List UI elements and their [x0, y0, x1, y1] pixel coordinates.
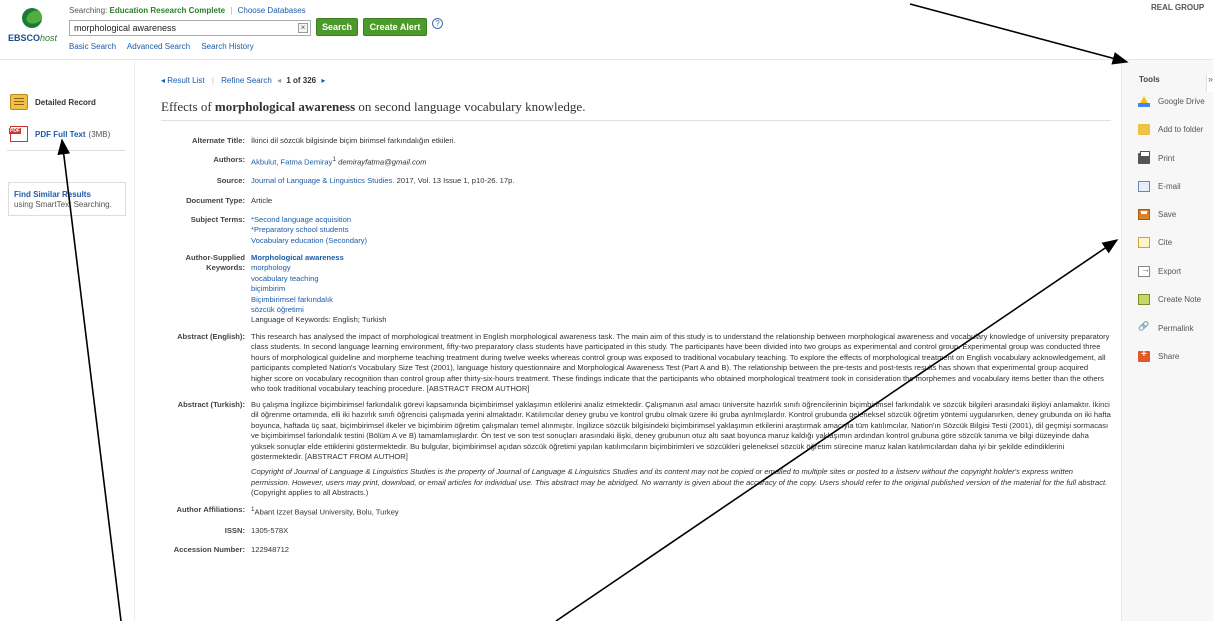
abstract-english-field: Abstract (English): This research has an…: [177, 332, 1110, 394]
document-type-field: Document Type: Article: [186, 196, 273, 205]
folder-icon: [1138, 123, 1150, 135]
choose-databases-link[interactable]: Choose Databases: [238, 6, 306, 15]
next-result-arrow[interactable]: ▸: [321, 76, 325, 85]
affiliations-field: Author Affiliations: 1Abant Izzet Baysal…: [176, 505, 399, 517]
subject-term-link[interactable]: *Second language acquisition: [251, 215, 1111, 225]
author-link[interactable]: Akbulut, Fatma Demiray: [251, 158, 332, 167]
email-tool[interactable]: E-mail: [1138, 179, 1181, 193]
abstract-turkish-field: Abstract (Turkish): Bu çalışma İngilizce…: [177, 400, 1111, 498]
google-drive-icon: [1138, 95, 1150, 107]
find-similar-subtext: using SmartText Searching.: [14, 200, 112, 209]
author-email: demirayfatma@gmail.com: [335, 157, 427, 167]
basic-search-link[interactable]: Basic Search: [69, 42, 116, 51]
printer-icon: [1138, 150, 1150, 164]
result-list-link[interactable]: ◂ Result List: [161, 76, 205, 85]
accession-number-field: Accession Number: 122948712: [173, 545, 290, 554]
keyword-link[interactable]: Biçimbirimsel farkındalık: [251, 295, 1111, 305]
left-sidebar: Detailed Record PDF Full Text (3MB) Find…: [0, 60, 134, 621]
note-icon: [1138, 293, 1150, 305]
article-title: Effects of morphological awareness on se…: [161, 99, 586, 114]
print-tool[interactable]: Print: [1138, 150, 1174, 165]
current-database: Education Research Complete: [109, 6, 226, 15]
logo-wordmark: EBSCOhost: [8, 33, 58, 43]
pdf-full-text-label: PDF Full Text: [35, 129, 86, 139]
copyright-notice: Copyright of Journal of Language & Lingu…: [251, 467, 1108, 498]
google-drive-tool[interactable]: Google Drive: [1138, 94, 1205, 108]
share-icon: [1138, 349, 1150, 362]
searching-label: Searching:: [69, 6, 108, 15]
authors-field: Authors: Akbulut, Fatma Demiray1 demiray…: [213, 155, 427, 167]
search-input[interactable]: [69, 20, 311, 36]
source-field: Source: Journal of Language & Linguistic…: [216, 176, 515, 185]
ebscohost-logo[interactable]: EBSCOhost: [8, 6, 60, 46]
detailed-record-label: Detailed Record: [35, 97, 96, 107]
export-icon: [1138, 264, 1150, 277]
tools-panel: Tools » Google Drive Add to folder Print…: [1121, 60, 1213, 621]
link-icon: [1138, 321, 1150, 334]
help-icon[interactable]: ?: [432, 18, 443, 29]
save-icon: [1138, 208, 1150, 220]
issn-field: ISSN: 1305-578X: [224, 526, 289, 535]
find-similar-box: Find Similar Results using SmartText Sea…: [8, 182, 126, 216]
refine-search-link[interactable]: Refine Search: [221, 76, 272, 85]
cite-icon: [1138, 236, 1150, 248]
subject-term-link[interactable]: Vocabulary education (Secondary): [251, 236, 1111, 246]
cite-tool[interactable]: Cite: [1138, 235, 1172, 249]
create-note-tool[interactable]: Create Note: [1138, 292, 1201, 306]
pdf-full-text-link[interactable]: PDF Full Text (3MB): [9, 125, 111, 143]
keyword-link[interactable]: Morphological awareness: [251, 253, 1111, 263]
subject-terms-field: Subject Terms: *Second language acquisit…: [161, 215, 1111, 246]
abstract-english: This research has analysed the impact of…: [251, 332, 1110, 394]
document-icon: [10, 94, 28, 110]
permalink-tool[interactable]: Permalink: [1138, 321, 1194, 335]
journal-link[interactable]: Journal of Language & Linguistics Studie…: [251, 176, 395, 185]
add-to-folder-tool[interactable]: Add to folder: [1138, 122, 1203, 136]
header: EBSCOhost Searching: Education Research …: [0, 0, 1213, 60]
search-links: Basic Search Advanced Search Search Hist…: [69, 42, 263, 51]
advanced-search-link[interactable]: Advanced Search: [127, 42, 190, 51]
searching-line: Searching: Education Research Complete |…: [69, 6, 306, 15]
account-name[interactable]: REAL GROUP: [1151, 3, 1204, 12]
result-position: 1 of 326: [286, 76, 317, 85]
keywords-field: Author-Supplied Keywords: Morphological …: [161, 253, 1111, 326]
tools-title: Tools: [1139, 75, 1160, 84]
find-similar-link[interactable]: Find Similar Results: [14, 190, 120, 200]
share-tool[interactable]: Share: [1138, 349, 1179, 363]
collapse-tools-button[interactable]: »: [1206, 74, 1213, 92]
globe-logo-icon: [22, 8, 42, 28]
keyword-link[interactable]: biçimbirim: [251, 284, 1111, 294]
alternate-title-field: Alternate Title: İkinci dil sözcük bilgi…: [191, 136, 456, 145]
result-navigation: ◂ Result List | Refine Search ◂ 1 of 326…: [161, 76, 326, 85]
email-icon: [1138, 180, 1150, 192]
keywords-language: Language of Keywords: English; Turkish: [251, 315, 387, 325]
pdf-icon: [9, 126, 28, 142]
keyword-link[interactable]: sözcük öğretimi: [251, 305, 1111, 315]
pdf-size: (3MB): [88, 129, 111, 139]
detailed-record-link[interactable]: Detailed Record: [10, 93, 96, 111]
main-content: ◂ Result List | Refine Search ◂ 1 of 326…: [134, 60, 1118, 621]
subject-term-link[interactable]: *Preparatory school students: [251, 225, 1111, 235]
keyword-link[interactable]: vocabulary teaching: [251, 274, 1111, 284]
prev-result-arrow[interactable]: ◂: [277, 76, 281, 85]
search-button[interactable]: Search: [316, 18, 358, 36]
divider: [7, 150, 125, 151]
search-history-link[interactable]: Search History: [201, 42, 253, 51]
title-divider: [161, 120, 1111, 121]
save-tool[interactable]: Save: [1138, 207, 1176, 221]
abstract-turkish: Bu çalışma İngilizce biçimbirimsel farkı…: [251, 400, 1111, 462]
export-tool[interactable]: Export: [1138, 264, 1181, 278]
keyword-link[interactable]: morphology: [251, 263, 1111, 273]
clear-search-button[interactable]: ×: [298, 23, 308, 33]
create-alert-button[interactable]: Create Alert: [363, 18, 427, 36]
